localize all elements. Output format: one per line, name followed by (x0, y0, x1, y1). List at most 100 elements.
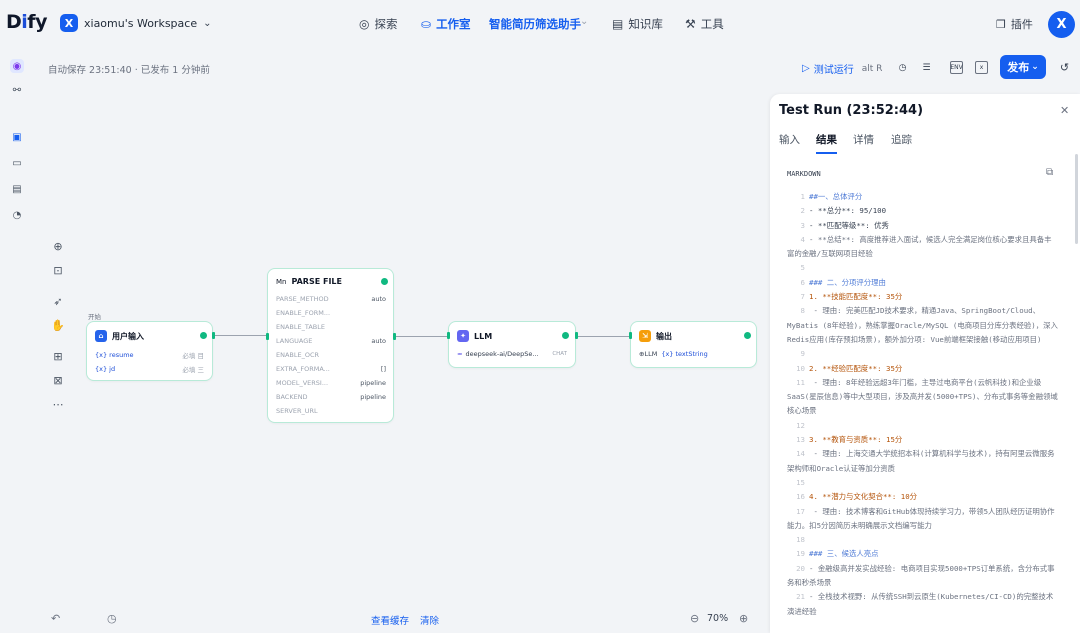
history-icon[interactable]: ◷ (107, 612, 117, 625)
variable-row: {x} jd 必填 三 (95, 365, 204, 374)
nav-knowledge[interactable]: ▤ 知识库 (612, 16, 663, 32)
test-run-panel: Test Run (23:52:44) ✕ 输入 结果 详情 追踪 MARKDO… (770, 94, 1080, 633)
tab-trace[interactable]: 追踪 (891, 132, 912, 147)
nav-studio[interactable]: ⛀ 工作室 (421, 16, 471, 32)
success-icon (200, 332, 207, 339)
monitor-icon[interactable]: ◔ (11, 209, 23, 221)
terminal-icon[interactable]: ▭ (11, 157, 23, 169)
fit-view-icon[interactable]: ⊠ (52, 374, 64, 387)
publish-button[interactable]: 发布 ⌄ (1000, 55, 1046, 79)
param-row: ENABLE_OCR (276, 351, 320, 359)
edge-start-parse (214, 335, 267, 336)
param-row: ENABLE_TABLE (276, 323, 325, 331)
organize-icon[interactable]: ⊞ (52, 350, 64, 363)
code-line: 21- 全栈技术视野: 从传统SSH到云原生(Kubernetes/CI-CD)… (787, 592, 1054, 616)
copy-icon[interactable]: ⧉ (1046, 167, 1053, 178)
nav-tools[interactable]: ⚒ 工具 (685, 16, 724, 32)
llm-icon: ✦ (457, 330, 469, 342)
workflow-icon[interactable]: ▣ (11, 131, 23, 143)
user-avatar[interactable]: X (1048, 11, 1075, 38)
code-line: 15 (796, 477, 805, 487)
node-port[interactable] (629, 332, 632, 339)
app-name[interactable]: 智能简历筛选助手 (489, 16, 581, 32)
variable-row: {x} resume 必填 目 (95, 351, 204, 360)
book-icon: ▤ (612, 17, 624, 31)
play-icon: ▷ (802, 63, 810, 74)
workspace-badge: X (60, 14, 78, 32)
chevron-down-icon: ⌄ (203, 17, 212, 29)
shortcut-hint: alt R (861, 63, 883, 74)
param-row: PARSE_METHOD auto (276, 295, 386, 303)
app-icon[interactable]: ◉ (10, 59, 24, 73)
node-port[interactable] (447, 332, 450, 339)
start-node[interactable]: ⌂ 用户输入 {x} resume 必填 目 {x} jd 必填 三 (86, 321, 215, 381)
node-port[interactable] (575, 332, 578, 339)
tab-result[interactable]: 结果 (816, 132, 837, 147)
node-port[interactable] (266, 333, 269, 340)
start-tag: 开始 (88, 313, 101, 321)
nav-explore[interactable]: ◎ 探索 (359, 16, 397, 32)
checklist-icon[interactable]: ☰ (920, 61, 933, 74)
output-node[interactable]: ⇲ 输出 ⊕LLM {x} textString (629, 321, 757, 368)
success-icon (562, 332, 569, 339)
logs-icon[interactable]: ▤ (11, 183, 23, 195)
param-row: MODEL_VERSI... pipeline (276, 379, 386, 387)
env-button[interactable]: ENV (950, 61, 963, 74)
tab-input[interactable]: 输入 (779, 132, 800, 147)
hand-icon[interactable]: ✋ (51, 319, 65, 332)
test-run-button[interactable]: ▷ 测试运行 alt R (802, 61, 882, 76)
param-row: LANGUAGE auto (276, 337, 386, 345)
zoom-out-icon[interactable]: ⊖ (690, 612, 699, 625)
add-node-icon[interactable]: ⊕ (52, 240, 64, 253)
panel-title: Test Run (23:52:44) (779, 103, 924, 118)
code-line: 19 ### 三、候选人亮点 (796, 549, 879, 559)
code-line: 9 (800, 349, 805, 359)
workspace-name: xiaomu's Workspace (84, 16, 198, 30)
edge-llm-output (576, 336, 630, 337)
scrollbar[interactable] (1075, 154, 1078, 244)
debug-icon[interactable]: ◷ (896, 61, 909, 74)
code-line: 17 - 理由: 技术博客和GitHub体现持续学习力，带领5人团队经历证明协作… (787, 506, 1055, 530)
zoom-in-icon[interactable]: ⊕ (739, 612, 748, 625)
chevron-down-icon[interactable]: ⌄ (580, 16, 588, 27)
code-line: 7 1. **技能匹配度**: 35分 (800, 292, 903, 302)
code-line: 10 2. **经验匹配度**: 35分 (796, 363, 903, 373)
workspace-switcher[interactable]: X xiaomu's Workspace ⌄ (60, 14, 212, 32)
dify-logo[interactable]: Dify (6, 11, 47, 33)
code-line: 1 ##一、总体评分 (800, 192, 863, 201)
format-label: MARKDOWN (787, 170, 821, 178)
parse-file-node[interactable]: Mn PARSE FILE PARSE_METHOD auto ENABLE_FOR… (266, 268, 396, 423)
plugins-button[interactable]: ❒ 插件 (996, 16, 1033, 32)
undo-icon[interactable]: ↶ (51, 612, 60, 625)
home-icon: ⌂ (95, 330, 107, 342)
param-row: EXTRA_FORMA...[] (276, 365, 386, 373)
llm-node[interactable]: ✦ LLM ≈ deepseek-ai/DeepSe... CHAT (447, 321, 578, 368)
history-icon[interactable]: ↺ (1058, 61, 1071, 74)
param-row: ENABLE_FORM... (276, 309, 331, 317)
compass-icon: ◎ (359, 17, 370, 31)
view-cache-link[interactable]: 查看缓存 (371, 613, 409, 627)
param-row: BACKEND pipeline (276, 393, 386, 401)
code-line: 6 ### 二、分项评分理由 (800, 277, 886, 287)
clear-link[interactable]: 清除 (420, 613, 439, 627)
autosave-status: 自动保存 23:51:40 · 已发布 1 分钟前 (48, 65, 210, 76)
active-tab-indicator (816, 152, 837, 154)
more-icon[interactable]: ⋯ (52, 398, 64, 411)
node-port[interactable] (212, 332, 215, 339)
code-line: 12 (796, 420, 805, 430)
variables-icon[interactable]: x (975, 61, 988, 74)
pointer-icon[interactable]: ➶ (52, 295, 64, 308)
chevron-down-icon: ⌄ (1031, 62, 1039, 72)
deepseek-icon: ≈ (457, 350, 463, 358)
code-line: 11 - 理由: 8年经验远超3年门槛，主导过电商平台(云帆科技)和企业级Saa… (787, 377, 1058, 416)
tab-detail[interactable]: 详情 (853, 132, 874, 147)
code-line: 2- **总分**: 95/100 (800, 206, 887, 216)
orchestrate-icon[interactable]: ⚯ (11, 84, 23, 96)
code-line: 13 3. **教育与资质**: 15分 (796, 435, 903, 445)
success-icon (744, 332, 751, 339)
node-port[interactable] (393, 333, 396, 340)
close-icon[interactable]: ✕ (1060, 104, 1069, 117)
code-line: 14 - 理由: 上海交通大学统招本科(计算机科学与技术)，持有阿里云微服务架构… (787, 449, 1055, 473)
note-icon[interactable]: ⊡ (52, 264, 64, 277)
zoom-level[interactable]: 70% (707, 613, 728, 624)
